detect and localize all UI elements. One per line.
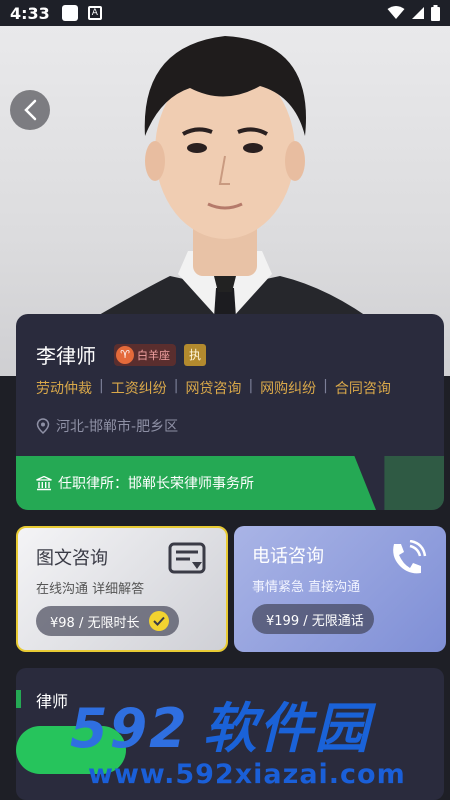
location-text: 河北-邯郸市-肥乡区 [56, 419, 179, 435]
section-accent-bar [16, 690, 21, 708]
status-bar: 4:33 A [0, 0, 450, 26]
check-icon [149, 611, 170, 631]
phone-icon [393, 540, 427, 574]
wifi-icon [387, 6, 405, 19]
location-pin-icon [36, 418, 50, 434]
status-time: 4:33 [10, 3, 50, 23]
chat-document-icon [168, 542, 206, 574]
intro-section-title: 律师 [36, 692, 69, 711]
license-badge: 执 [184, 343, 206, 366]
zodiac-label: 白羊座 [137, 348, 170, 362]
tag-separator: | [99, 378, 104, 394]
tag-item: 工资纠纷 [110, 381, 167, 397]
name-row: 李律师 ♈ 白羊座 执 [36, 340, 206, 369]
aries-icon: ♈ [116, 345, 134, 364]
tag-item: 网贷咨询 [185, 381, 242, 397]
phone-consult-subtitle: 事情紧急 直接沟通 [252, 580, 361, 595]
firm-bar-decoration [384, 456, 444, 510]
lawyer-name: 李律师 [36, 344, 96, 368]
text-consult-subtitle: 在线沟通 详细解答 [36, 582, 145, 597]
phone-consult-price-label: ¥199 / 无限通话 [266, 613, 364, 629]
zodiac-badge: ♈ 白羊座 [114, 343, 176, 366]
back-button[interactable] [10, 90, 50, 130]
bank-building-icon [36, 475, 52, 490]
lawyer-intro-section: 律师 [16, 668, 444, 800]
tag-separator: | [248, 378, 254, 394]
law-firm-label: 任职律所：邯郸长荣律师事务所 [58, 476, 254, 492]
tag-separator: | [173, 378, 179, 394]
tag-separator: | [323, 378, 328, 394]
phone-consult-card[interactable]: 电话咨询 事情紧急 直接沟通 ¥199 / 无限通话 [234, 526, 446, 652]
specialty-tags: 劳动仲裁 | 工资纠纷 | 网贷咨询 | 网购纠纷 | 合同咨询 [36, 378, 391, 398]
tag-item: 网购纠纷 [260, 381, 317, 397]
signal-icon [412, 7, 424, 19]
a-icon: A [87, 6, 102, 20]
text-consult-card[interactable]: 图文咨询 在线沟通 详细解答 ¥98 / 无限时长 [16, 526, 228, 652]
lawyer-profile-card: 李律师 ♈ 白羊座 执 劳动仲裁 | 工资纠纷 | 网贷咨询 | 网购纠纷 | … [16, 314, 444, 510]
consult-now-button[interactable] [16, 726, 126, 774]
law-firm-bar[interactable]: 任职律所：邯郸长荣律师事务所 [16, 456, 376, 510]
notification-icon [61, 5, 78, 21]
chevron-left-icon [24, 99, 37, 121]
battery-icon [431, 5, 440, 21]
text-consult-price-label: ¥98 / 无限时长 [50, 615, 140, 631]
tag-item: 合同咨询 [334, 381, 391, 397]
phone-consult-price: ¥199 / 无限通话 [252, 604, 374, 634]
tag-item: 劳动仲裁 [36, 381, 92, 397]
location-row: 河北-邯郸市-肥乡区 [36, 416, 178, 436]
text-consult-price: ¥98 / 无限时长 [36, 606, 180, 636]
